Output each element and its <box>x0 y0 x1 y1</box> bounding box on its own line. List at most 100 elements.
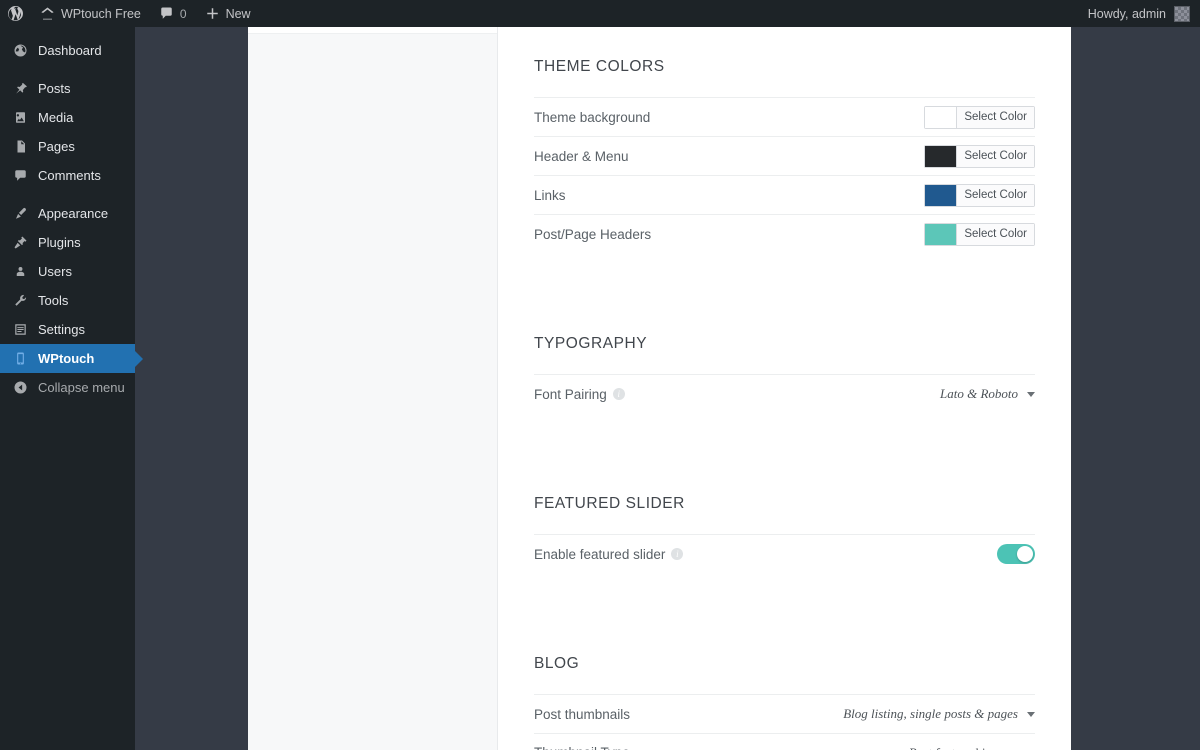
collapse-arrow-icon <box>11 380 29 395</box>
setting-label-wrap: Enable featured slider i <box>534 546 684 562</box>
sidebar-item-label: Appearance <box>38 206 109 221</box>
sidebar-item-label: Settings <box>38 322 85 337</box>
sidebar-item-label: Comments <box>38 168 101 183</box>
avatar <box>1174 5 1190 22</box>
sidebar-item-wptouch[interactable]: WPtouch <box>0 344 143 373</box>
page-icon <box>11 139 29 154</box>
select-color-label: Select Color <box>957 106 1034 128</box>
menu-gap <box>0 65 135 74</box>
collapse-menu-button[interactable]: Collapse menu <box>0 373 135 402</box>
setting-label: Post thumbnails <box>534 706 631 722</box>
setting-row-enable-featured-slider: Enable featured slider i <box>534 534 1035 573</box>
sidebar-item-media[interactable]: Media <box>0 103 135 132</box>
sidebar-item-dashboard[interactable]: Dashboard <box>0 36 135 65</box>
setting-label-wrap: Font Pairing i <box>534 387 625 402</box>
toggle-knob <box>1017 546 1033 562</box>
section-title-typography: TYPOGRAPHY <box>534 335 648 352</box>
sidebar-item-comments[interactable]: Comments <box>0 161 135 190</box>
info-icon[interactable]: i <box>671 548 684 560</box>
select-thumbnail-type[interactable]: Post featured images <box>909 745 1035 750</box>
wptouch-settings-panel <box>248 27 498 750</box>
menu-gap <box>0 190 135 199</box>
sidebar-item-label: Posts <box>38 81 71 96</box>
sidebar-item-label: Media <box>38 110 74 125</box>
admin-menu-backdrop <box>135 27 248 750</box>
section-title-theme-colors: THEME COLORS <box>534 58 665 75</box>
color-picker-theme-background[interactable]: Select Color <box>924 105 1035 129</box>
site-name-menu[interactable]: WPtouch Free <box>31 0 150 27</box>
setting-label: Theme background <box>534 109 651 125</box>
select-font-pairing[interactable]: Lato & Roboto <box>940 386 1035 402</box>
setting-label: Post/Page Headers <box>534 226 652 242</box>
account-menu[interactable]: Howdy, admin <box>1087 5 1200 22</box>
setting-label: Links <box>534 187 566 203</box>
new-content-menu[interactable]: New <box>196 0 260 27</box>
color-picker-links[interactable]: Select Color <box>924 183 1035 207</box>
color-swatch <box>925 106 958 128</box>
setting-row-post-thumbnails: Post thumbnails Blog listing, single pos… <box>534 694 1035 733</box>
setting-row-links: Links Select Color <box>534 175 1035 214</box>
color-picker-post-page-headers[interactable]: Select Color <box>924 222 1035 246</box>
site-name-label: WPtouch Free <box>61 6 141 21</box>
section-title-blog: BLOG <box>534 655 580 672</box>
chevron-down-icon <box>1027 711 1035 717</box>
home-icon <box>40 6 55 21</box>
section-title-featured-slider: FEATURED SLIDER <box>534 495 685 512</box>
comment-bubble-icon <box>159 6 174 21</box>
color-picker-header-menu[interactable]: Select Color <box>924 144 1035 168</box>
setting-label: Enable featured slider <box>534 546 666 562</box>
color-swatch <box>925 184 958 206</box>
wptouch-icon <box>11 351 29 366</box>
setting-row-theme-background: Theme background Select Color <box>534 97 1035 136</box>
wrench-icon <box>11 293 29 308</box>
plug-icon <box>11 235 29 250</box>
select-color-label: Select Color <box>957 184 1034 206</box>
sidebar-item-label: Plugins <box>38 235 81 250</box>
settings-content: THEME COLORS Theme background Select Col… <box>498 27 1071 750</box>
howdy-label: Howdy, admin <box>1087 6 1166 21</box>
info-icon[interactable]: i <box>612 388 625 400</box>
setting-label: Thumbnail Type <box>534 745 630 750</box>
select-color-label: Select Color <box>957 223 1034 245</box>
sidebar-item-posts[interactable]: Posts <box>0 74 135 103</box>
sidebar-item-label: Tools <box>38 293 69 308</box>
chevron-down-icon <box>1027 391 1035 397</box>
users-icon <box>11 264 29 279</box>
dashboard-icon <box>11 43 29 58</box>
select-value: Blog listing, single posts & pages <box>843 706 1018 721</box>
plus-icon <box>205 6 220 21</box>
comments-count: 0 <box>179 6 187 21</box>
select-value: Lato & Roboto <box>939 386 1018 401</box>
setting-row-thumbnail-type: Thumbnail Type Post featured images <box>534 733 1035 750</box>
setting-label: Font Pairing <box>534 386 607 402</box>
color-swatch <box>925 223 958 245</box>
setting-row-header-menu: Header & Menu Select Color <box>534 136 1035 175</box>
sidebar-item-settings[interactable]: Settings <box>0 315 135 344</box>
sidebar-item-label: Dashboard <box>38 43 102 58</box>
setting-row-post-page-headers: Post/Page Headers Select Color <box>534 214 1035 253</box>
color-swatch <box>925 145 958 167</box>
sidebar-item-pages[interactable]: Pages <box>0 132 135 161</box>
select-color-label: Select Color <box>957 145 1034 167</box>
panel-top-strip <box>248 27 497 34</box>
select-post-thumbnails[interactable]: Blog listing, single posts & pages <box>843 706 1035 722</box>
setting-row-font-pairing: Font Pairing i Lato & Roboto <box>534 374 1035 413</box>
wordpress-logo-button[interactable] <box>0 0 31 27</box>
media-icon <box>11 110 29 125</box>
sidebar-item-label: Pages <box>38 139 75 154</box>
sidebar-item-users[interactable]: Users <box>0 257 135 286</box>
sidebar-item-label: WPtouch <box>38 351 95 366</box>
setting-label: Header & Menu <box>534 148 629 164</box>
sidebar-item-plugins[interactable]: Plugins <box>0 228 135 257</box>
sidebar-item-tools[interactable]: Tools <box>0 286 135 315</box>
pin-icon <box>11 81 29 96</box>
sidebar-item-appearance[interactable]: Appearance <box>0 199 135 228</box>
new-label: New <box>225 6 251 21</box>
comments-menu[interactable]: 0 <box>150 0 196 27</box>
admin-bar: WPtouch Free 0 New Howdy, admin <box>0 0 1200 27</box>
comment-bubble-icon <box>11 168 29 183</box>
toggle-enable-featured-slider[interactable] <box>997 544 1035 564</box>
sidebar-item-label: Users <box>38 264 72 279</box>
